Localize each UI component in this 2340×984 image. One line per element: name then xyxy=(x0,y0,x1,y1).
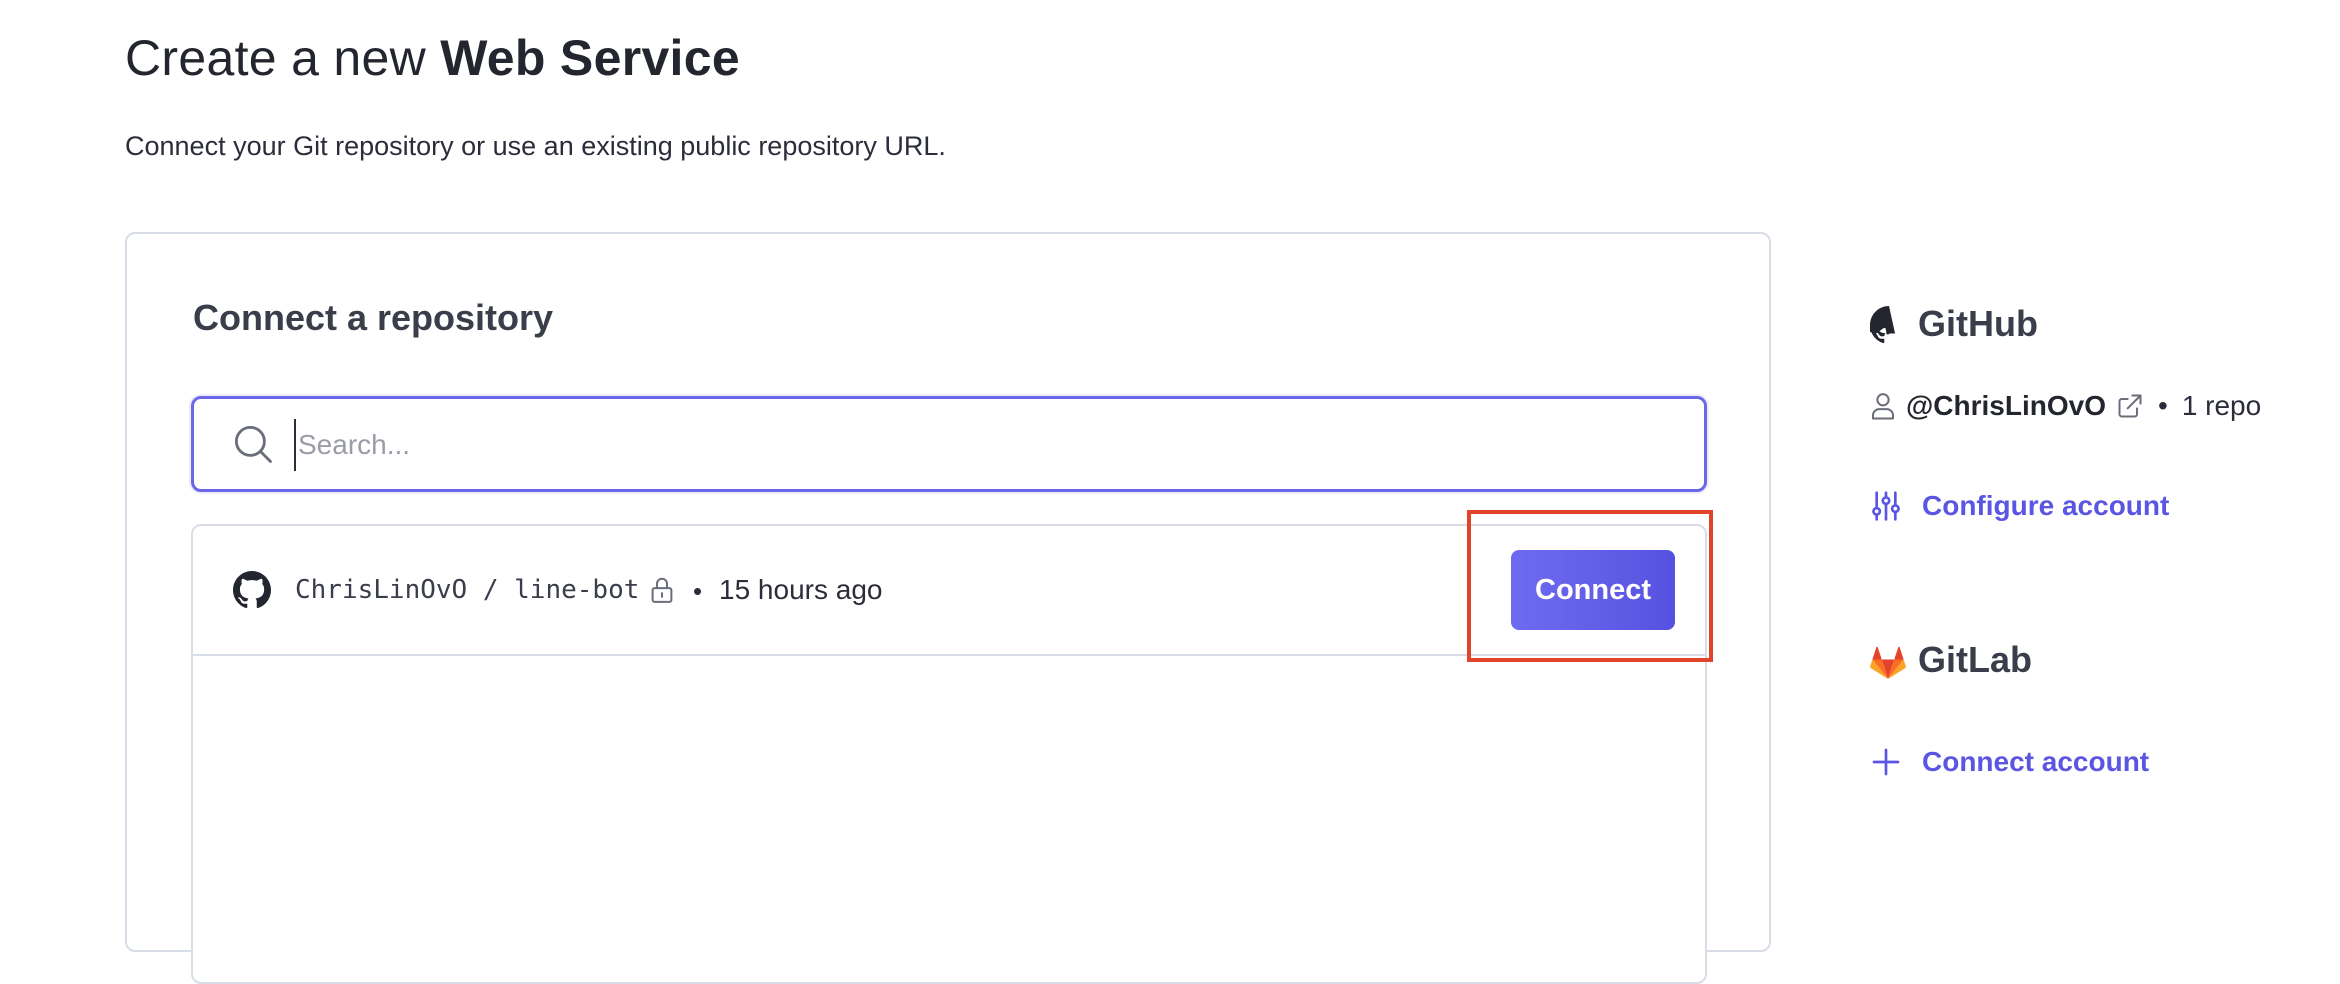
repository-name: line-bot xyxy=(514,575,640,605)
connect-repository-card: Connect a repository ChrisLinOvO / line-… xyxy=(125,232,1771,984)
external-link-icon[interactable] xyxy=(2116,392,2144,420)
gitlab-provider-title: GitLab xyxy=(1918,639,2032,680)
configure-account-link[interactable]: Configure account xyxy=(1870,490,2169,522)
search-input[interactable] xyxy=(294,419,1680,471)
repository-full-name: ChrisLinOvO / line-bot xyxy=(295,572,639,608)
github-provider-title: GitHub xyxy=(1918,303,2038,344)
github-icon xyxy=(233,571,271,609)
page-title-prefix: Create a new xyxy=(125,30,426,86)
search-icon xyxy=(234,425,272,463)
connect-button[interactable]: Connect xyxy=(1511,550,1675,630)
lock-icon xyxy=(651,577,673,603)
repository-row[interactable]: ChrisLinOvO / line-bot • 15 hours ago Co… xyxy=(193,526,1705,656)
github-account-handle[interactable]: @ChrisLinOvO xyxy=(1906,390,2106,422)
gitlab-icon xyxy=(1870,646,1906,679)
connect-account-label: Connect account xyxy=(1922,746,2150,777)
github-repo-count: 1 repo xyxy=(2181,390,2262,421)
separator-dot: • xyxy=(2158,390,2168,421)
repository-separator: / xyxy=(482,575,499,605)
repository-updated-time: 15 hours ago xyxy=(719,574,883,605)
github-icon xyxy=(1870,306,1896,344)
separator-dot: • xyxy=(693,576,703,606)
sliders-icon xyxy=(1872,491,1900,521)
search-box[interactable] xyxy=(191,396,1707,492)
page-subtitle: Connect your Git repository or use an ex… xyxy=(125,131,946,161)
connect-gitlab-account-link[interactable]: Connect account xyxy=(1870,746,2149,778)
github-account-row: @ChrisLinOvO • 1 repo xyxy=(1870,388,2261,424)
page-title: Create a new Web Service xyxy=(125,28,740,88)
repository-owner: ChrisLinOvO xyxy=(295,575,468,605)
page-title-emphasis: Web Service xyxy=(440,30,740,86)
configure-account-label: Configure account xyxy=(1922,490,2170,521)
card-title: Connect a repository xyxy=(193,297,554,338)
repository-list: ChrisLinOvO / line-bot • 15 hours ago Co… xyxy=(191,524,1707,984)
plus-icon xyxy=(1872,748,1900,776)
user-icon xyxy=(1872,393,1894,420)
